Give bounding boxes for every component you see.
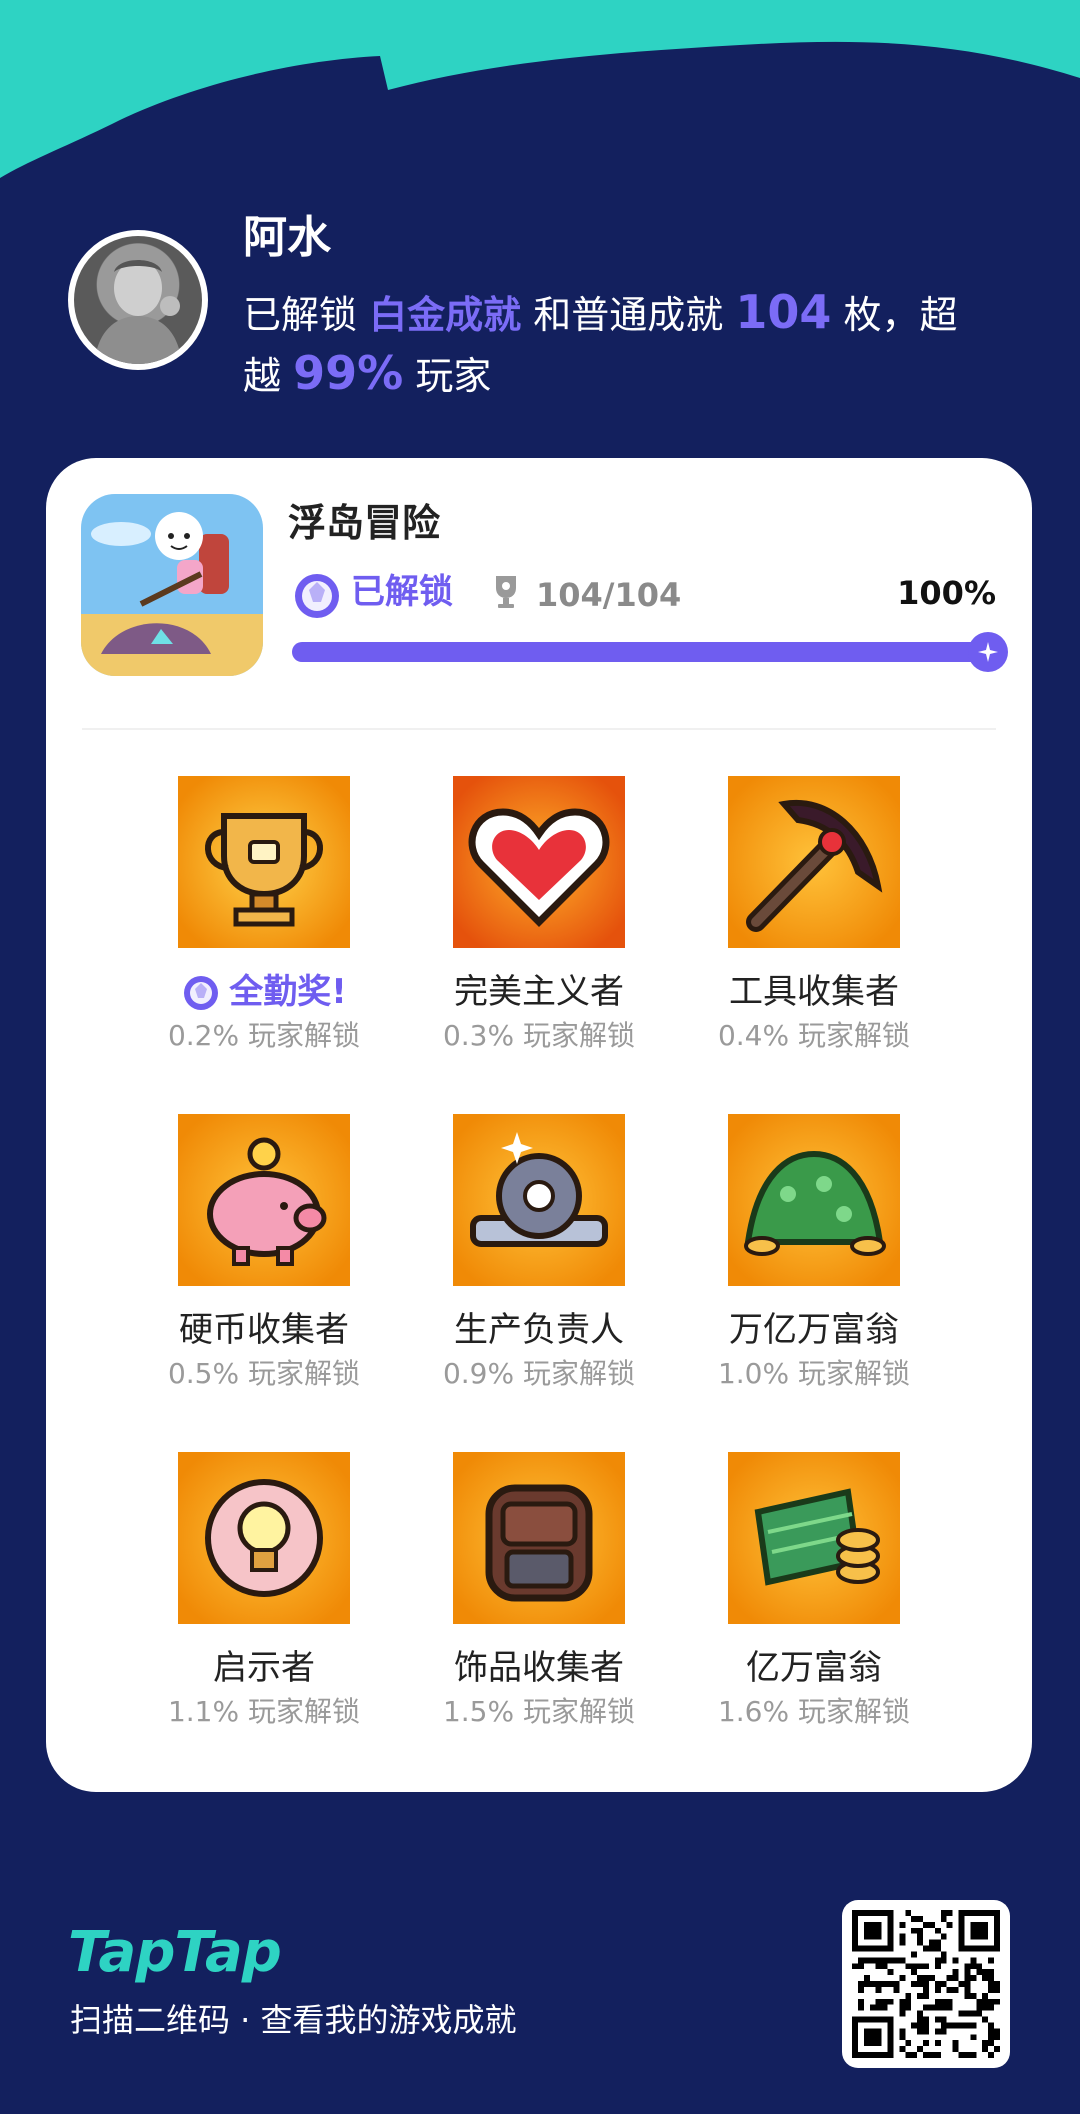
achievement-item[interactable]: 亿万富翁 1.6% 玩家解锁 — [658, 1452, 970, 1730]
achievement-rate: 0.5% 玩家解锁 — [167, 1357, 361, 1390]
achievement-item[interactable]: 工具收集者 0.4% 玩家解锁 — [658, 776, 970, 1054]
platinum-badge-icon — [295, 574, 339, 618]
platinum-badge-icon — [184, 976, 219, 1010]
progress-fill — [292, 642, 982, 662]
achievement-name: 启示者 — [213, 1648, 315, 1688]
trophy-icon — [496, 576, 516, 608]
achievement-card: 浮岛冒险 已解锁 104/104 100% 全勤奖! 0.2% 玩家解锁 完美主… — [46, 458, 1032, 1792]
achievement-rate: 1.5% 玩家解锁 — [442, 1695, 636, 1728]
achievement-name: 饰品收集者 — [454, 1648, 624, 1688]
pickaxe-icon — [728, 776, 900, 948]
achievement-item[interactable]: 生产负责人 0.9% 玩家解锁 — [383, 1114, 695, 1392]
avatar — [68, 230, 208, 370]
unlocked-label: 已解锁 — [351, 572, 453, 612]
achievement-item[interactable]: 启示者 1.1% 玩家解锁 — [108, 1452, 420, 1730]
achievement-name: 硬币收集者 — [179, 1310, 349, 1350]
money-pile-icon — [728, 1114, 900, 1286]
game-icon[interactable] — [81, 494, 263, 676]
achievement-summary: 已解锁 白金成就 和普通成就 104 枚，超 越 99% 玩家 — [243, 285, 958, 400]
achievement-rate: 0.2% 玩家解锁 — [167, 1019, 361, 1052]
achievement-rate: 1.6% 玩家解锁 — [717, 1695, 911, 1728]
achievement-rate: 1.1% 玩家解锁 — [167, 1695, 361, 1728]
achievement-item[interactable]: 饰品收集者 1.5% 玩家解锁 — [383, 1452, 695, 1730]
achievement-name: 完美主义者 — [454, 972, 624, 1012]
heart-icon — [453, 776, 625, 948]
backpack-icon — [453, 1452, 625, 1624]
achievement-name: 工具收集者 — [729, 972, 899, 1012]
achievement-name: 全勤奖! — [108, 970, 420, 1014]
username: 阿水 — [243, 212, 331, 263]
platinum-label: 白金成就 — [369, 293, 522, 337]
achievement-name: 万亿万富翁 — [729, 1310, 899, 1350]
divider — [82, 728, 996, 730]
achievement-rate: 0.3% 玩家解锁 — [442, 1019, 636, 1052]
header-wave — [0, 0, 1080, 178]
progress-bar — [292, 642, 982, 662]
qr-code[interactable] — [842, 1900, 1010, 2068]
scan-instruction: 扫描二维码 · 查看我的游戏成就 — [70, 2001, 517, 2039]
achievement-count: 104 — [735, 285, 832, 339]
gear-wrench-icon — [453, 1114, 625, 1286]
achievement-item[interactable]: 万亿万富翁 1.0% 玩家解锁 — [658, 1114, 970, 1392]
progress-percent: 100% — [897, 574, 996, 612]
taptap-logo: TapTap — [68, 1920, 282, 1985]
lightbulb-icon — [178, 1452, 350, 1624]
achievement-item[interactable]: 硬币收集者 0.5% 玩家解锁 — [108, 1114, 420, 1392]
cash-stack-icon — [728, 1452, 900, 1624]
achievement-item[interactable]: 全勤奖! 0.2% 玩家解锁 — [108, 776, 420, 1054]
achievement-name: 亿万富翁 — [746, 1648, 882, 1688]
trophy-icon — [178, 776, 350, 948]
achievement-rate: 0.9% 玩家解锁 — [442, 1357, 636, 1390]
game-title: 浮岛冒险 — [288, 501, 441, 545]
achievement-rate: 1.0% 玩家解锁 — [717, 1357, 911, 1390]
piggy-bank-icon — [178, 1114, 350, 1286]
achievement-rate: 0.4% 玩家解锁 — [717, 1019, 911, 1052]
achievement-item[interactable]: 完美主义者 0.3% 玩家解锁 — [383, 776, 695, 1054]
progress-star-icon — [968, 632, 1008, 672]
achievement-name: 生产负责人 — [454, 1310, 624, 1350]
percentile: 99% — [293, 346, 404, 400]
progress-count: 104/104 — [536, 576, 682, 614]
